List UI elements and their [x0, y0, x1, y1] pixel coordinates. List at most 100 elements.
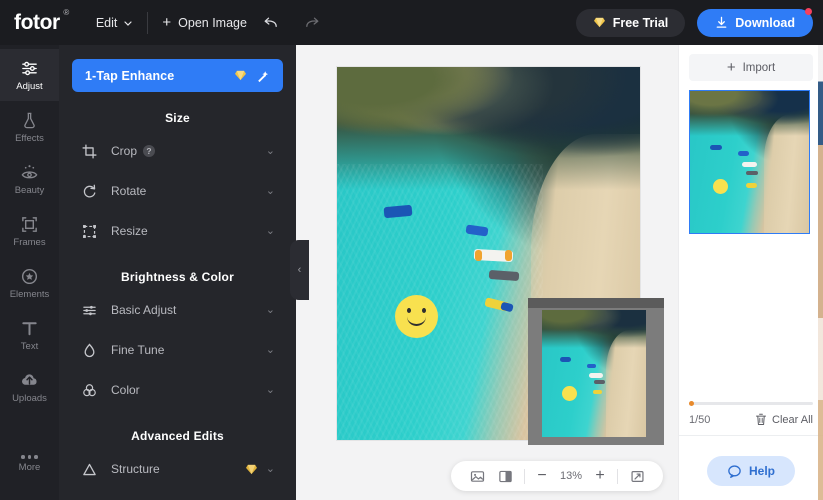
undo-button[interactable] [257, 8, 287, 38]
chevron-down-icon[interactable]: ⌄ [266, 384, 275, 396]
fotor-logo[interactable]: fotor ® [14, 8, 69, 35]
panel-collapse-handle[interactable]: ‹ [290, 240, 309, 300]
import-button[interactable]: + Import [689, 54, 813, 81]
clear-all-button[interactable]: Clear All [755, 413, 813, 426]
free-trial-button[interactable]: Free Trial [575, 8, 686, 37]
yellow-smiley-sticker[interactable] [395, 295, 438, 338]
panel-row-actions: ⌄ [266, 145, 275, 157]
zoom-in-button[interactable]: + [588, 463, 612, 489]
panel-row-basic-adjust[interactable]: Basic Adjust ⌄ [59, 290, 296, 330]
sidebar-item-label: Uploads [12, 392, 47, 404]
section-title-advanced-edits: Advanced Edits [131, 429, 224, 443]
fit-screen-button[interactable] [623, 462, 651, 490]
plus-icon: + [726, 59, 736, 76]
panel-row-actions: ⌄ [266, 344, 275, 356]
panel-row-structure[interactable]: Structure ⌄ [59, 449, 296, 489]
header-actions: Free Trial Download [575, 7, 823, 37]
clear-all-label: Clear All [772, 413, 813, 426]
boat [589, 373, 603, 378]
boat [475, 250, 482, 261]
help-icon[interactable]: ? [143, 145, 156, 157]
sidebar-item-elements[interactable]: Elements [0, 257, 59, 309]
upload-count: 1/50 [689, 413, 711, 426]
open-image-button[interactable]: + Open Image [162, 15, 247, 30]
text-t-icon [22, 321, 37, 335]
sidebar-item-effects[interactable]: Effects [0, 101, 59, 153]
boat [587, 364, 596, 368]
progress-thumb [689, 401, 694, 406]
panel-row-label: Rotate [111, 184, 147, 198]
upload-thumbnail-item[interactable] [689, 90, 810, 234]
sidebar-item-beauty[interactable]: Beauty [0, 153, 59, 205]
droplet-icon [81, 343, 98, 358]
uploads-right-panel: + Import 1/50 Clear All Help [678, 45, 823, 500]
sidebar-item-more[interactable]: More [0, 438, 59, 490]
panel-row-label: Structure [111, 462, 160, 476]
panel-row-fine-tune[interactable]: Fine Tune ⌄ [59, 330, 296, 370]
boat [742, 162, 757, 167]
panel-row-color[interactable]: Color ⌄ [59, 370, 296, 410]
flask-icon [24, 112, 35, 128]
navigator-header-bar[interactable] [528, 298, 664, 308]
redo-button[interactable] [297, 8, 327, 38]
chevron-left-icon: ‹ [297, 264, 302, 276]
uploads-meta: 1/50 Clear All [689, 413, 813, 426]
uploads-progress-bar[interactable] [689, 401, 813, 406]
sliders-icon [22, 61, 37, 75]
boat [593, 390, 602, 394]
chevron-down-icon[interactable]: ⌄ [266, 185, 275, 197]
boat [560, 357, 571, 362]
panel-row-rotate[interactable]: Rotate ⌄ [59, 171, 296, 211]
gem-icon [234, 70, 247, 81]
one-tap-enhance-button[interactable]: 1-Tap Enhance [72, 59, 283, 92]
sidebar-item-uploads[interactable]: Uploads [0, 361, 59, 413]
nav-rocks-layer [542, 310, 646, 349]
registered-mark: ® [63, 7, 69, 17]
free-trial-label: Free Trial [612, 15, 669, 30]
chevron-down-icon[interactable]: ⌄ [266, 145, 275, 157]
dots-icon [21, 455, 38, 459]
thumb-smiley-sticker [713, 179, 728, 194]
boat [505, 250, 512, 261]
section-title-size: Size [165, 111, 190, 125]
edit-menu-label: Edit [95, 15, 118, 30]
redo-arrow-icon [306, 17, 319, 27]
open-image-label: Open Image [178, 15, 247, 30]
download-button[interactable]: Download [697, 7, 813, 37]
before-after-compare-icon [498, 470, 512, 482]
left-sidebar: Adjust Effects Beauty Frames Elements Te… [0, 45, 59, 500]
sidebar-item-adjust[interactable]: Adjust [0, 49, 59, 101]
zoom-out-button[interactable]: − [530, 463, 554, 489]
thumb-rocks-layer [690, 91, 809, 137]
panel-row-resize[interactable]: Resize ⌄ [59, 211, 296, 251]
download-icon [716, 16, 727, 28]
compare-button[interactable] [491, 462, 519, 490]
sidebar-item-text[interactable]: Text [0, 309, 59, 361]
chevron-down-icon[interactable]: ⌄ [266, 463, 275, 475]
app-header: fotor ® Edit + Open Image Free Trial Dow… [0, 0, 823, 45]
panel-row-crop[interactable]: Crop ? ⌄ [59, 131, 296, 171]
boat [746, 183, 757, 188]
smiley-left-eye [407, 308, 411, 313]
chevron-down-icon[interactable]: ⌄ [266, 344, 275, 356]
edit-menu-button[interactable]: Edit [96, 16, 134, 30]
navigator-preview-panel[interactable] [528, 298, 664, 445]
help-button[interactable]: Help [706, 456, 796, 486]
section-title-brightness-color: Brightness & Color [121, 270, 234, 284]
sidebar-item-frames[interactable]: Frames [0, 205, 59, 257]
enhance-icons [234, 69, 270, 83]
image-icon-button[interactable] [463, 462, 491, 490]
sidebar-item-label: Text [20, 340, 39, 352]
chevron-down-icon[interactable]: ⌄ [266, 304, 275, 316]
header-divider [147, 11, 149, 34]
chevron-down-icon[interactable]: ⌄ [266, 225, 275, 237]
rotate-icon [81, 184, 98, 199]
image-icon [470, 470, 484, 482]
boat [746, 171, 758, 175]
sidebar-item-label: Frames [13, 236, 46, 248]
eye-icon [21, 164, 38, 178]
download-label: Download [735, 15, 795, 30]
logo-text: fotor [14, 10, 60, 34]
crop-icon [81, 143, 98, 159]
trash-icon [756, 413, 767, 425]
